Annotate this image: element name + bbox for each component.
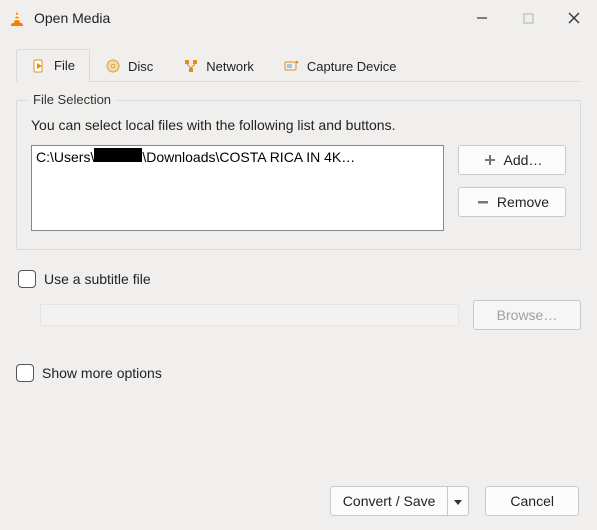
network-icon: [183, 58, 199, 74]
browse-button: Browse…: [473, 300, 581, 330]
button-label: Add…: [504, 152, 543, 168]
maximize-button[interactable]: [505, 0, 551, 36]
file-path-prefix: C:\Users\: [36, 149, 94, 165]
file-list-item[interactable]: C:\Users\ \Downloads\COSTA RICA IN 4K…: [36, 148, 439, 165]
tab-label: Network: [206, 59, 254, 74]
tab-file[interactable]: File: [16, 49, 90, 82]
subtitle-checkbox-row: Use a subtitle file: [18, 270, 581, 288]
button-label: Cancel: [510, 493, 554, 509]
button-label: Remove: [497, 194, 549, 210]
tab-label: Capture Device: [307, 59, 397, 74]
more-options-checkbox[interactable]: [16, 364, 34, 382]
convert-save-button[interactable]: Convert / Save: [330, 486, 448, 516]
file-selection-group: File Selection You can select local file…: [16, 100, 581, 250]
chevron-down-icon: [454, 494, 462, 509]
dialog-content: File Disc Network Capture Device File Se…: [0, 36, 597, 382]
subtitle-checkbox[interactable]: [18, 270, 36, 288]
tab-disc[interactable]: Disc: [90, 49, 168, 82]
file-selection-hint: You can select local files with the foll…: [31, 117, 566, 133]
button-label: Convert / Save: [343, 493, 436, 509]
group-title: File Selection: [27, 92, 117, 107]
remove-button[interactable]: Remove: [458, 187, 566, 217]
file-list[interactable]: C:\Users\ \Downloads\COSTA RICA IN 4K…: [31, 145, 444, 231]
subtitle-path-input: [40, 304, 459, 326]
tab-capture-device[interactable]: Capture Device: [269, 49, 412, 82]
plus-icon: [482, 152, 498, 168]
convert-save-dropdown[interactable]: [447, 486, 469, 516]
subtitle-checkbox-label: Use a subtitle file: [44, 271, 151, 287]
file-path-suffix: \Downloads\COSTA RICA IN 4K…: [142, 149, 355, 165]
cancel-button[interactable]: Cancel: [485, 486, 579, 516]
add-button[interactable]: Add…: [458, 145, 566, 175]
titlebar: Open Media: [0, 0, 597, 36]
convert-save-split-button: Convert / Save: [330, 486, 470, 516]
tab-label: Disc: [128, 59, 153, 74]
button-label: Browse…: [497, 307, 558, 323]
file-icon: [31, 58, 47, 74]
capture-device-icon: [284, 58, 300, 74]
dialog-footer: Convert / Save Cancel: [330, 486, 579, 516]
disc-icon: [105, 58, 121, 74]
redacted-username: [94, 148, 142, 162]
tab-label: File: [54, 58, 75, 73]
minimize-button[interactable]: [459, 0, 505, 36]
close-button[interactable]: [551, 0, 597, 36]
tab-network[interactable]: Network: [168, 49, 269, 82]
minus-icon: [475, 194, 491, 210]
window-title: Open Media: [34, 10, 110, 26]
file-panel: File Selection You can select local file…: [16, 82, 581, 382]
more-options-label: Show more options: [42, 365, 162, 381]
tab-bar: File Disc Network Capture Device: [16, 48, 581, 82]
vlc-cone-icon: [8, 9, 26, 27]
more-options-row: Show more options: [16, 330, 581, 382]
